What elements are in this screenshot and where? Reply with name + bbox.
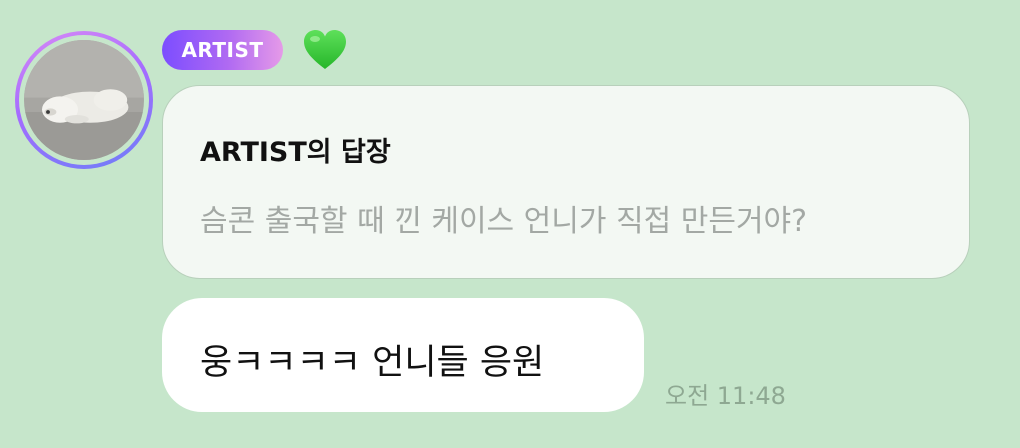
artist-avatar-ring[interactable] [15,31,153,169]
dog-photo-avatar-icon [24,40,144,160]
quoted-message: 슴콘 출국할 때 낀 케이스 언니가 직접 만든거야? [200,204,808,239]
message-bubble[interactable]: 웅ㅋㅋㅋㅋ 언니들 응원 [162,298,644,412]
avatar[interactable] [24,40,144,160]
green-heart-icon [302,28,348,72]
reply-card[interactable]: ARTIST의 답장 슴콘 출국할 때 낀 케이스 언니가 직접 만든거야? [162,85,970,279]
reply-title: ARTIST의 답장 [200,137,391,168]
avatar-inner [19,35,149,165]
artist-badge: ARTIST [162,30,283,70]
message-text: 웅ㅋㅋㅋㅋ 언니들 응원 [200,343,545,383]
message-timestamp: 오전 11:48 [665,382,786,410]
